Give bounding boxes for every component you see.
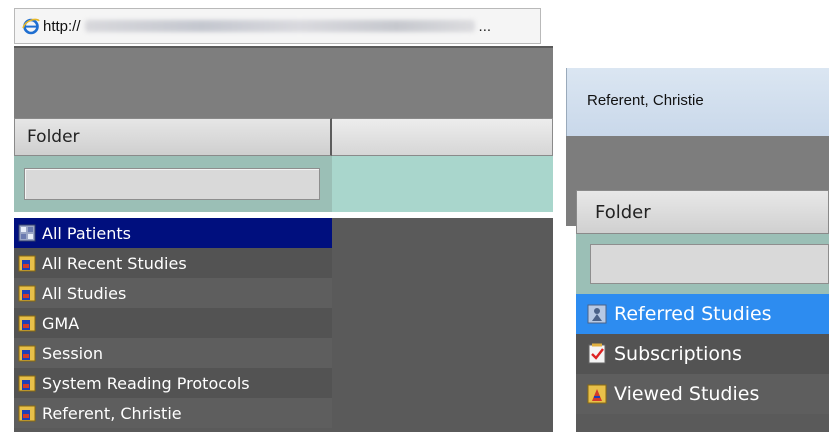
folder-column-header[interactable]: Folder xyxy=(576,190,829,234)
referred-studies-icon xyxy=(586,303,608,325)
folder-item-referent-christie[interactable]: Referent, Christie xyxy=(14,398,332,428)
folder-item-system-reading-protocols[interactable]: System Reading Protocols xyxy=(14,368,332,398)
all-patients-icon xyxy=(18,224,36,242)
folder-item-label: Referent, Christie xyxy=(42,403,182,423)
folder-item-session[interactable]: Session xyxy=(14,338,332,368)
right-window: Referent, Christie Folder Referred Studi… xyxy=(566,68,829,432)
folder-list: Referred Studies Subscriptions Viewed St… xyxy=(576,294,829,432)
viewed-studies-icon xyxy=(586,383,608,405)
toolbar-band xyxy=(14,46,553,118)
folder-item-referred-studies[interactable]: Referred Studies xyxy=(576,294,829,334)
filter-row xyxy=(14,156,553,212)
folder-item-label: Subscriptions xyxy=(614,343,742,365)
folder-icon xyxy=(18,314,36,332)
address-bar[interactable]: http:// ... xyxy=(14,8,541,44)
folder-icon xyxy=(18,404,36,422)
folder-item-label: GMA xyxy=(42,313,80,333)
folder-item-all-patients[interactable]: All Patients xyxy=(14,218,332,248)
left-browser-window: http:// ... Folder All Patients All Rece… xyxy=(0,0,553,432)
left-margin xyxy=(0,46,14,432)
folder-icon xyxy=(18,374,36,392)
filter-cell xyxy=(14,156,332,212)
subscriptions-icon xyxy=(586,343,608,365)
folder-icon xyxy=(18,254,36,272)
folder-item-all-recent-studies[interactable]: All Recent Studies xyxy=(14,248,332,278)
blurred-url-text xyxy=(84,20,475,32)
folder-column-header-label: Folder xyxy=(595,201,651,223)
empty-column-header[interactable] xyxy=(332,118,553,156)
folder-column-header-label: Folder xyxy=(27,127,80,147)
window-title-bar: Referent, Christie xyxy=(566,68,829,136)
url-scheme-text: http:// xyxy=(43,17,81,35)
list-empty-column xyxy=(332,218,553,432)
folder-item-label: Session xyxy=(42,343,104,363)
folder-header-row: Folder xyxy=(14,118,553,156)
folder-item-label: System Reading Protocols xyxy=(42,373,250,393)
folder-item-label: Viewed Studies xyxy=(614,383,760,405)
window-title: Referent, Christie xyxy=(587,92,704,109)
folder-filter-input[interactable] xyxy=(24,168,320,200)
url-ellipsis: ... xyxy=(478,17,492,35)
folder-item-label: All Recent Studies xyxy=(42,253,187,273)
folder-column-header[interactable]: Folder xyxy=(14,118,332,156)
folder-list: All Patients All Recent Studies All Stud… xyxy=(14,218,553,432)
folder-item-viewed-studies[interactable]: Viewed Studies xyxy=(576,374,829,414)
internet-explorer-icon xyxy=(21,16,41,36)
address-bar-gutter xyxy=(541,0,553,48)
folder-item-label: All Patients xyxy=(42,223,131,243)
folder-item-label: Referred Studies xyxy=(614,303,772,325)
folder-item-all-studies[interactable]: All Studies xyxy=(14,278,332,308)
folder-filter-input[interactable] xyxy=(590,244,829,284)
folder-icon xyxy=(18,284,36,302)
folder-item-subscriptions[interactable]: Subscriptions xyxy=(576,334,829,374)
folder-item-label: All Studies xyxy=(42,283,127,303)
folder-item-gma[interactable]: GMA xyxy=(14,308,332,338)
folder-icon xyxy=(18,344,36,362)
filter-row xyxy=(576,234,829,294)
window-top-strip xyxy=(0,0,553,6)
